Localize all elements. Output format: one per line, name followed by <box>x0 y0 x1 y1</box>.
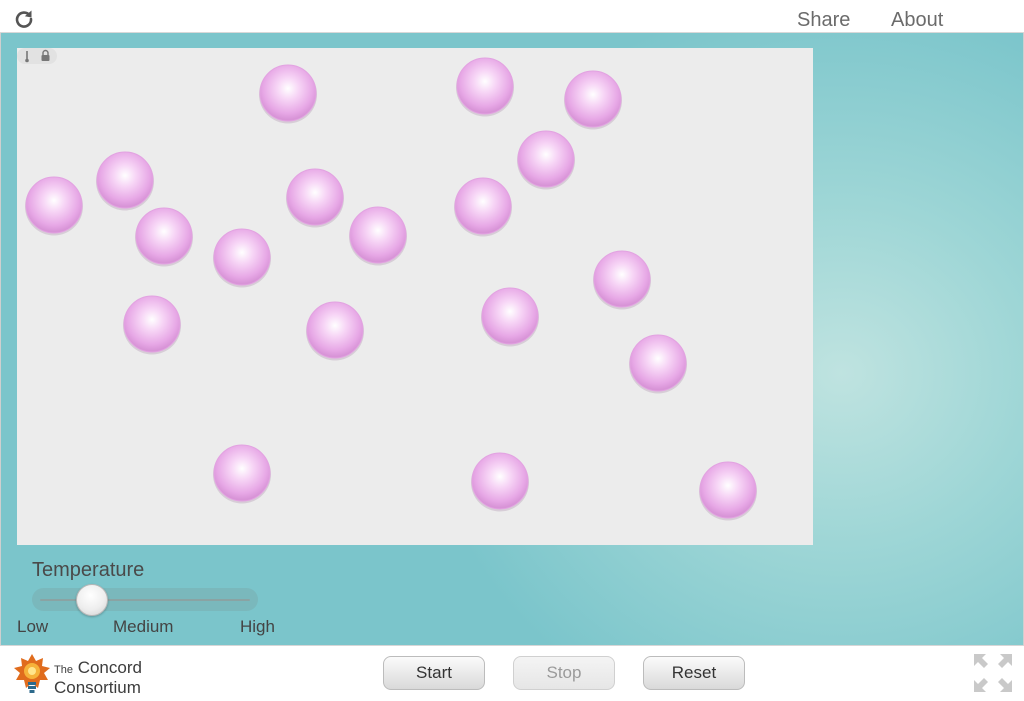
fullscreen-icon[interactable] <box>972 652 1014 694</box>
particle-body <box>517 130 575 188</box>
particle[interactable] <box>259 64 317 124</box>
particle-body <box>123 295 181 353</box>
particle[interactable] <box>699 461 757 521</box>
particle[interactable] <box>564 70 622 130</box>
particle-body <box>135 207 193 265</box>
particle[interactable] <box>135 207 193 267</box>
particle-body <box>259 64 317 122</box>
logo-consortium: Consortium <box>54 678 141 697</box>
particle[interactable] <box>629 334 687 394</box>
particle-body <box>349 206 407 264</box>
reload-icon[interactable] <box>14 9 34 29</box>
simulation-area[interactable] <box>17 48 813 545</box>
particle[interactable] <box>471 452 529 512</box>
lightbulb-logo-icon <box>14 654 50 693</box>
particle-body <box>564 70 622 128</box>
particle[interactable] <box>96 151 154 211</box>
particle[interactable] <box>481 287 539 347</box>
particle[interactable] <box>25 176 83 236</box>
particle[interactable] <box>517 130 575 190</box>
particle-body <box>213 228 271 286</box>
particle[interactable] <box>349 206 407 266</box>
particle-body <box>471 452 529 510</box>
about-link[interactable]: About <box>891 9 943 32</box>
top-bar: Share About <box>0 0 1024 33</box>
reset-button[interactable]: Reset <box>643 656 745 690</box>
logo-the: The <box>54 664 73 676</box>
particle[interactable] <box>454 177 512 237</box>
start-button[interactable]: Start <box>383 656 485 690</box>
particle-body <box>593 250 651 308</box>
bottom-bar: The Concord Consortium Start Stop Reset <box>0 645 1024 700</box>
particle-body <box>25 176 83 234</box>
stop-button[interactable]: Stop <box>513 656 615 690</box>
particle[interactable] <box>213 228 271 288</box>
particle[interactable] <box>456 57 514 117</box>
particle-canvas <box>25 57 757 521</box>
share-link[interactable]: Share <box>797 9 850 32</box>
particle[interactable] <box>593 250 651 310</box>
slider-thumb[interactable] <box>75 584 108 616</box>
particle-body <box>629 334 687 392</box>
particle-body <box>454 177 512 235</box>
particle-body <box>456 57 514 115</box>
particle[interactable] <box>213 444 271 504</box>
slider-track-line <box>40 599 250 601</box>
concord-logo[interactable]: The Concord Consortium <box>12 652 172 696</box>
particle-body <box>481 287 539 345</box>
temperature-slider[interactable] <box>32 584 258 616</box>
temperature-label: Temperature <box>32 559 145 581</box>
tick-medium: Medium <box>113 617 174 636</box>
particle[interactable] <box>306 301 364 361</box>
particle-body <box>286 168 344 226</box>
logo-text: The Concord Consortium <box>54 659 142 696</box>
particle[interactable] <box>123 295 181 355</box>
particle-body <box>699 461 757 519</box>
toolbar-icons <box>17 48 57 64</box>
main-panel: Temperature Low Medium High <box>0 33 1024 645</box>
tick-high: High <box>240 617 275 636</box>
particle-body <box>306 301 364 359</box>
particle-body <box>96 151 154 209</box>
particle[interactable] <box>286 168 344 228</box>
tick-low: Low <box>17 617 49 636</box>
logo-concord: Concord <box>77 658 142 677</box>
particle-body <box>213 444 271 502</box>
